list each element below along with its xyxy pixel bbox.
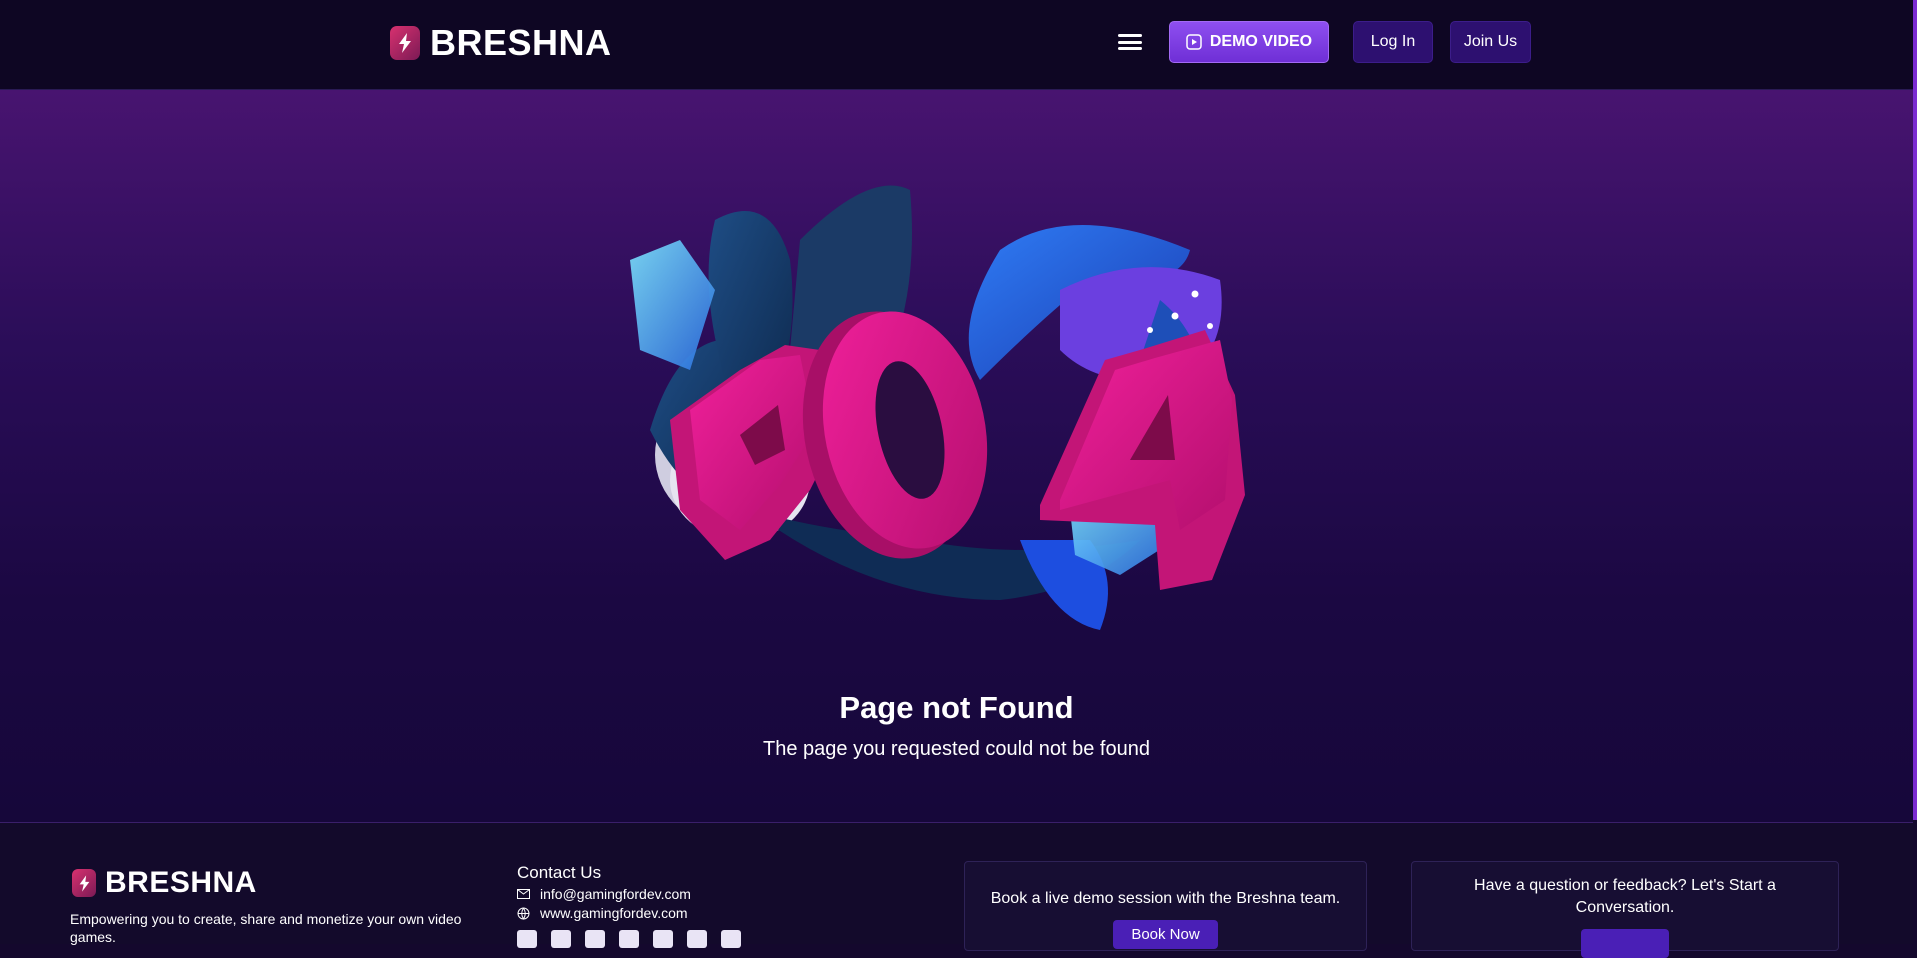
feedback-card: Have a question or feedback? Let's Start… — [1411, 861, 1839, 958]
footer-tagline: Empowering you to create, share and mone… — [70, 911, 462, 945]
404-illustration — [630, 185, 1245, 630]
footer-brand-logo[interactable]: BRESHNA — [72, 866, 257, 900]
mail-icon — [517, 889, 530, 899]
demo-video-label: DEMO VIDEO — [1209, 33, 1313, 50]
contact-website-text: www.gamingfordev.com — [540, 905, 688, 921]
youtube-icon[interactable] — [517, 930, 537, 948]
twitter-icon[interactable] — [721, 930, 741, 948]
linkedin-icon[interactable] — [687, 930, 707, 948]
tiktok-icon[interactable] — [585, 930, 605, 948]
discord-icon[interactable] — [551, 930, 571, 948]
demo-booking-card: Book a live demo session with the Breshn… — [964, 861, 1367, 951]
contact-email[interactable]: info@gamingfordev.com — [517, 886, 691, 902]
page-subtitle: The page you requested could not be foun… — [763, 738, 1150, 760]
lightning-logo-icon — [72, 869, 96, 897]
instagram-icon[interactable] — [653, 930, 673, 948]
top-navbar: BRESHNA DEMO VIDEO Log In Join Us — [0, 0, 1913, 90]
lightning-logo-icon — [390, 26, 420, 60]
book-now-button[interactable]: Book Now — [1113, 920, 1218, 949]
page-title: Page not Found — [839, 690, 1074, 725]
start-conversation-button[interactable] — [1580, 929, 1670, 958]
social-links — [517, 930, 741, 948]
demo-video-button[interactable]: DEMO VIDEO — [1169, 21, 1329, 63]
globe-icon — [517, 907, 530, 920]
brand-name: BRESHNA — [430, 22, 612, 63]
scrollbar[interactable] — [1913, 0, 1917, 820]
footer-brand-name: BRESHNA — [105, 866, 257, 899]
login-button[interactable]: Log In — [1353, 21, 1433, 63]
contact-email-text: info@gamingfordev.com — [540, 886, 691, 902]
brand-logo[interactable]: BRESHNA — [390, 22, 612, 64]
contact-heading: Contact Us — [517, 863, 602, 882]
play-video-icon — [1186, 34, 1202, 50]
menu-icon[interactable] — [1118, 31, 1142, 53]
demo-card-text: Book a live demo session with the Breshn… — [990, 890, 1341, 907]
contact-website[interactable]: www.gamingfordev.com — [517, 905, 688, 921]
facebook-icon[interactable] — [619, 930, 639, 948]
join-us-button[interactable]: Join Us — [1450, 21, 1531, 63]
feedback-card-text: Have a question or feedback? Let's Start… — [1474, 877, 1776, 916]
